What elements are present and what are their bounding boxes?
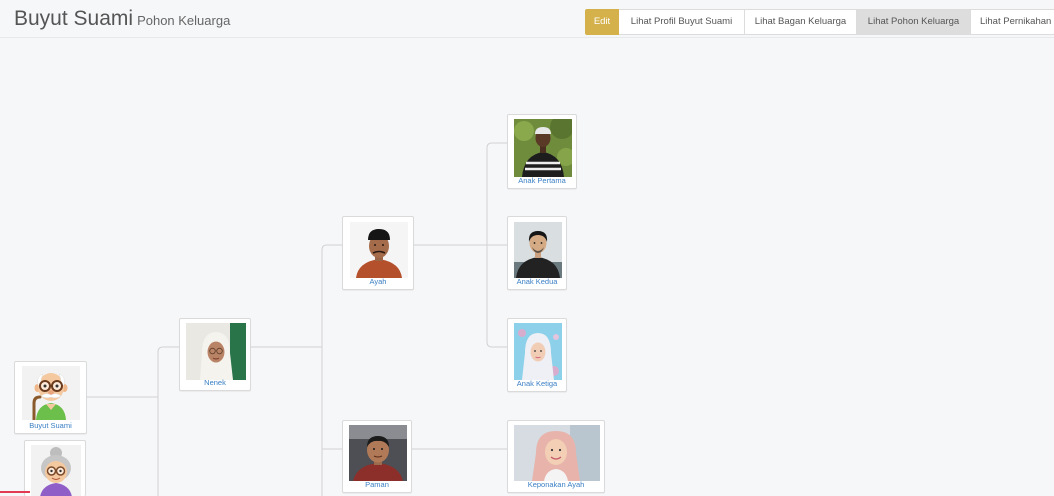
connector-line <box>321 244 342 496</box>
woman-hijab-photo <box>186 323 246 380</box>
member-name-link[interactable]: Ayah <box>343 277 413 286</box>
connector-line <box>157 346 179 496</box>
page-title: Buyut Suami <box>14 7 134 30</box>
member-name-link[interactable]: Anak Kedua <box>508 277 566 286</box>
member-name-link[interactable]: Nenek <box>180 378 250 387</box>
woman-hijab-photo <box>514 323 562 380</box>
woman-hijab-photo <box>514 425 600 481</box>
member-name-link[interactable]: Anak Pertama <box>508 176 576 185</box>
man-peci-photo <box>350 222 408 278</box>
view-profile-button[interactable]: Lihat Profil Buyut Suami <box>619 9 745 35</box>
member-card-anak-kedua[interactable]: Anak Kedua <box>507 216 567 290</box>
action-button-group: Edit Lihat Profil Buyut Suami Lihat Baga… <box>585 9 1054 35</box>
man-photo <box>514 222 562 278</box>
member-name-link[interactable]: Anak Ketiga <box>508 379 566 388</box>
member-card-nenek[interactable]: Nenek <box>179 318 251 391</box>
man-outdoor-photo <box>514 119 572 177</box>
member-card-anak-ketiga[interactable]: Anak Ketiga <box>507 318 567 392</box>
view-marriages-button[interactable]: Lihat Pernikahan <box>971 9 1054 35</box>
cartoon-grandmother-avatar <box>31 445 81 496</box>
member-name-link[interactable]: Paman <box>343 480 411 489</box>
member-card-grandmother[interactable] <box>24 440 86 496</box>
member-card-buyut-suami[interactable]: Buyut Suami <box>14 361 87 434</box>
member-card-anak-pertama[interactable]: Anak Pertama <box>507 114 577 189</box>
connector-line <box>486 142 507 348</box>
member-card-ayah[interactable]: Ayah <box>342 216 414 290</box>
highlight-line <box>0 491 30 493</box>
edit-button[interactable]: Edit <box>585 9 619 35</box>
cartoon-grandfather-avatar <box>22 366 80 420</box>
page-header: Buyut Suami Pohon Keluarga Edit Lihat Pr… <box>0 0 1054 38</box>
man-photo <box>349 425 407 481</box>
view-family-tree-button[interactable]: Lihat Pohon Keluarga <box>857 9 971 35</box>
view-family-chart-button[interactable]: Lihat Bagan Keluarga <box>745 9 857 35</box>
page-heading: Buyut Suami Pohon Keluarga <box>14 7 230 33</box>
member-name-link[interactable]: Buyut Suami <box>15 421 86 430</box>
member-card-paman[interactable]: Paman <box>342 420 412 493</box>
member-name-link[interactable]: Keponakan Ayah <box>508 480 604 489</box>
member-card-keponakan-ayah[interactable]: Keponakan Ayah <box>507 420 605 493</box>
page-subtitle: Pohon Keluarga <box>137 13 231 28</box>
